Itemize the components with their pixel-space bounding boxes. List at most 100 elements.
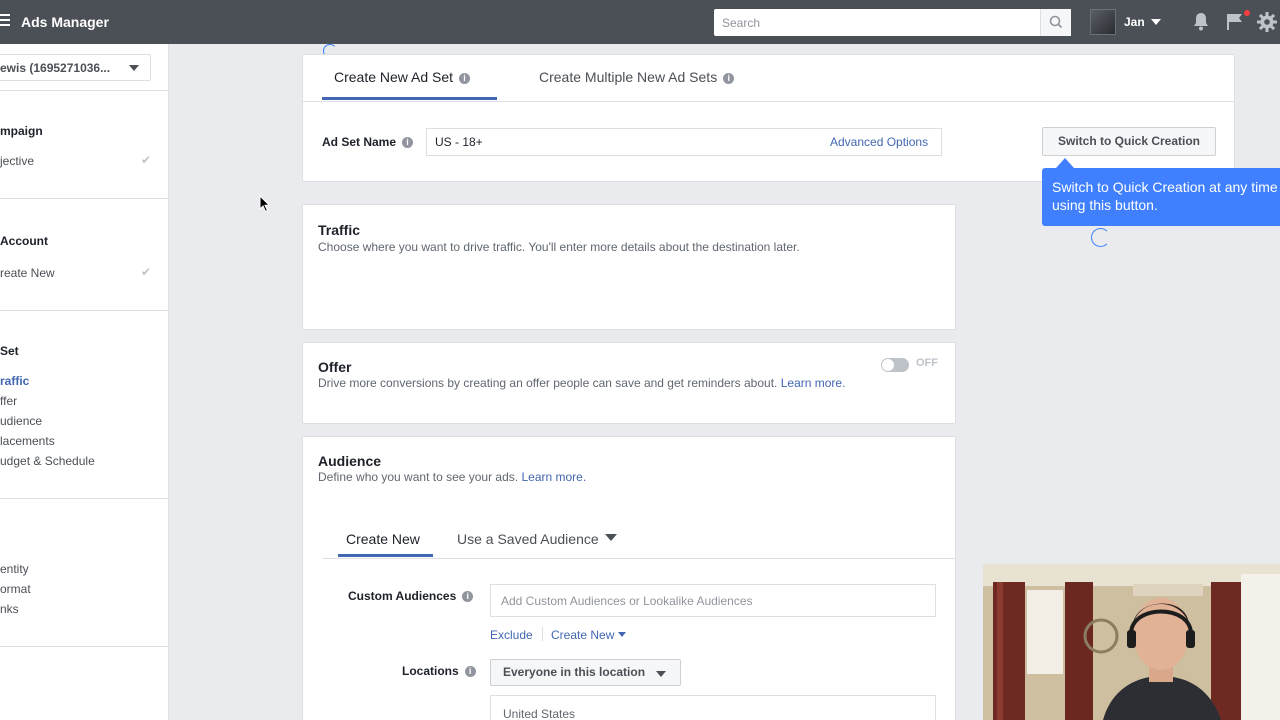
divider — [0, 90, 169, 91]
info-icon[interactable]: i — [723, 73, 735, 84]
divider — [323, 558, 956, 559]
tab-label: Create New Ad Set — [334, 69, 454, 85]
caret-down-icon — [604, 534, 617, 541]
audience-title: Audience — [318, 453, 382, 469]
audience-description: Define who you want to see your ads. Lea… — [318, 469, 918, 485]
switch-to-quick-creation-button[interactable]: Switch to Quick Creation — [1042, 127, 1216, 156]
sidebar-item-placements[interactable]: lacements — [0, 434, 55, 448]
traffic-card: Traffic Choose where you want to drive t… — [302, 204, 956, 330]
offer-learn-more-link[interactable]: Learn more. — [781, 376, 846, 390]
label-text: Custom Audiences — [348, 589, 457, 603]
sidebar-item-offer[interactable]: ffer — [0, 394, 17, 408]
app-title[interactable]: Ads Manager — [21, 14, 109, 30]
search-button[interactable] — [1040, 9, 1071, 36]
divider — [0, 310, 169, 311]
ad-set-name-field[interactable]: Advanced Options — [426, 128, 942, 156]
sidebar-heading-campaign: mpaign — [0, 124, 43, 138]
tab-create-multiple-ad-sets[interactable]: Create Multiple New Ad Sets i — [539, 69, 735, 85]
divider — [542, 627, 543, 641]
audience-card: Audience Define who you want to see your… — [302, 436, 956, 720]
tab-use-saved-audience[interactable]: Use a Saved Audience — [457, 531, 617, 547]
traffic-description: Choose where you want to drive traffic. … — [318, 240, 800, 254]
label-text: Locations — [402, 664, 459, 678]
chevron-down-icon — [129, 65, 139, 71]
bell-icon[interactable] — [1192, 12, 1210, 32]
account-name: ewis (1695271036... — [0, 61, 111, 75]
label-text: Ad Set Name — [322, 135, 397, 149]
info-icon[interactable]: i — [464, 666, 476, 677]
sidebar-item-identity[interactable]: entity — [0, 562, 29, 576]
webcam-overlay — [983, 564, 1280, 720]
tab-label: Use a Saved Audience — [457, 531, 599, 547]
sidebar-item-audience[interactable]: udience — [0, 414, 42, 428]
tooltip-arrow — [1056, 158, 1074, 168]
ad-set-name-input[interactable] — [427, 129, 817, 155]
info-icon[interactable]: i — [402, 137, 414, 148]
sidebar-item-budget-schedule[interactable]: udget & Schedule — [0, 454, 95, 468]
locations-label: Locations i — [402, 664, 476, 678]
ad-set-name-card: Create New Ad Set i Create Multiple New A… — [302, 54, 1235, 182]
location-item: United States — [503, 707, 576, 720]
top-bar: Ads Manager Jan — [0, 0, 1280, 44]
sidebar-item-links[interactable]: nks — [0, 602, 19, 616]
quick-creation-tooltip: Switch to Quick Creation at any time usi… — [1042, 168, 1280, 226]
check-icon: ✔ — [141, 265, 152, 279]
offer-card: Offer Drive more conversions by creating… — [302, 342, 956, 424]
audience-description-text: Define who you want to see your ads. — [318, 470, 519, 484]
tab-create-new-audience[interactable]: Create New — [346, 531, 420, 547]
offer-description: Drive more conversions by creating an of… — [318, 375, 848, 391]
info-icon[interactable]: i — [462, 591, 474, 602]
toggle-knob — [882, 359, 894, 371]
divider — [0, 198, 169, 199]
mouse-cursor-icon — [259, 195, 271, 213]
location-list[interactable]: United States — [490, 695, 936, 720]
sidebar-item-traffic[interactable]: raffic — [0, 374, 29, 388]
sidebar-heading-account: Account — [0, 234, 48, 248]
search-input[interactable] — [714, 9, 1039, 36]
active-tab-indicator — [338, 554, 433, 557]
toggle-state-label: OFF — [916, 357, 938, 369]
caret-down-icon — [656, 671, 666, 677]
notification-dot — [1244, 10, 1250, 16]
flag-icon[interactable] — [1226, 12, 1244, 32]
sidebar-item-objective[interactable]: jective — [0, 154, 34, 168]
sidebar-item-create-new[interactable]: reate New — [0, 266, 55, 280]
chevron-down-icon[interactable] — [1151, 19, 1161, 25]
create-new-audience-link[interactable]: Create New — [551, 628, 626, 642]
search-icon — [1049, 15, 1063, 29]
caret-down-icon — [617, 632, 626, 637]
select-value: Everyone in this location — [503, 665, 646, 679]
custom-audiences-field[interactable] — [490, 584, 936, 617]
menu-icon[interactable] — [0, 14, 10, 28]
avatar[interactable] — [1090, 9, 1116, 35]
custom-audiences-input[interactable] — [491, 585, 935, 616]
divider — [0, 498, 169, 499]
account-selector[interactable]: ewis (1695271036... — [0, 54, 151, 81]
gear-icon[interactable] — [1256, 11, 1278, 33]
advanced-options-link[interactable]: Advanced Options — [830, 135, 928, 149]
traffic-title: Traffic — [318, 222, 361, 238]
ad-set-name-label: Ad Set Name i — [322, 135, 414, 149]
tab-create-new-ad-set[interactable]: Create New Ad Set i — [334, 69, 471, 85]
tab-label: Create Multiple New Ad Sets — [539, 69, 718, 85]
loading-spinner — [1091, 228, 1110, 247]
locations-select[interactable]: Everyone in this location — [490, 659, 681, 686]
divider — [0, 646, 169, 647]
exclude-link[interactable]: Exclude — [490, 628, 533, 642]
left-sidebar: ewis (1695271036... mpaign jective ✔ Acc… — [0, 44, 169, 720]
offer-toggle[interactable] — [881, 358, 909, 372]
custom-audiences-label: Custom Audiences i — [348, 589, 474, 603]
offer-title: Offer — [318, 359, 352, 375]
check-icon: ✔ — [141, 153, 152, 167]
audience-learn-more-link[interactable]: Learn more. — [521, 470, 586, 484]
sidebar-item-format[interactable]: ormat — [0, 582, 31, 596]
offer-description-text: Drive more conversions by creating an of… — [318, 376, 778, 390]
webcam-video-image — [983, 564, 1280, 720]
info-icon[interactable]: i — [459, 73, 471, 84]
search-box[interactable] — [714, 9, 1071, 36]
sidebar-heading-ad-set: Set — [0, 344, 19, 358]
link-text: Create New — [551, 628, 615, 642]
active-tab-indicator — [322, 97, 497, 100]
user-name[interactable]: Jan — [1124, 15, 1145, 29]
divider — [303, 101, 1234, 102]
